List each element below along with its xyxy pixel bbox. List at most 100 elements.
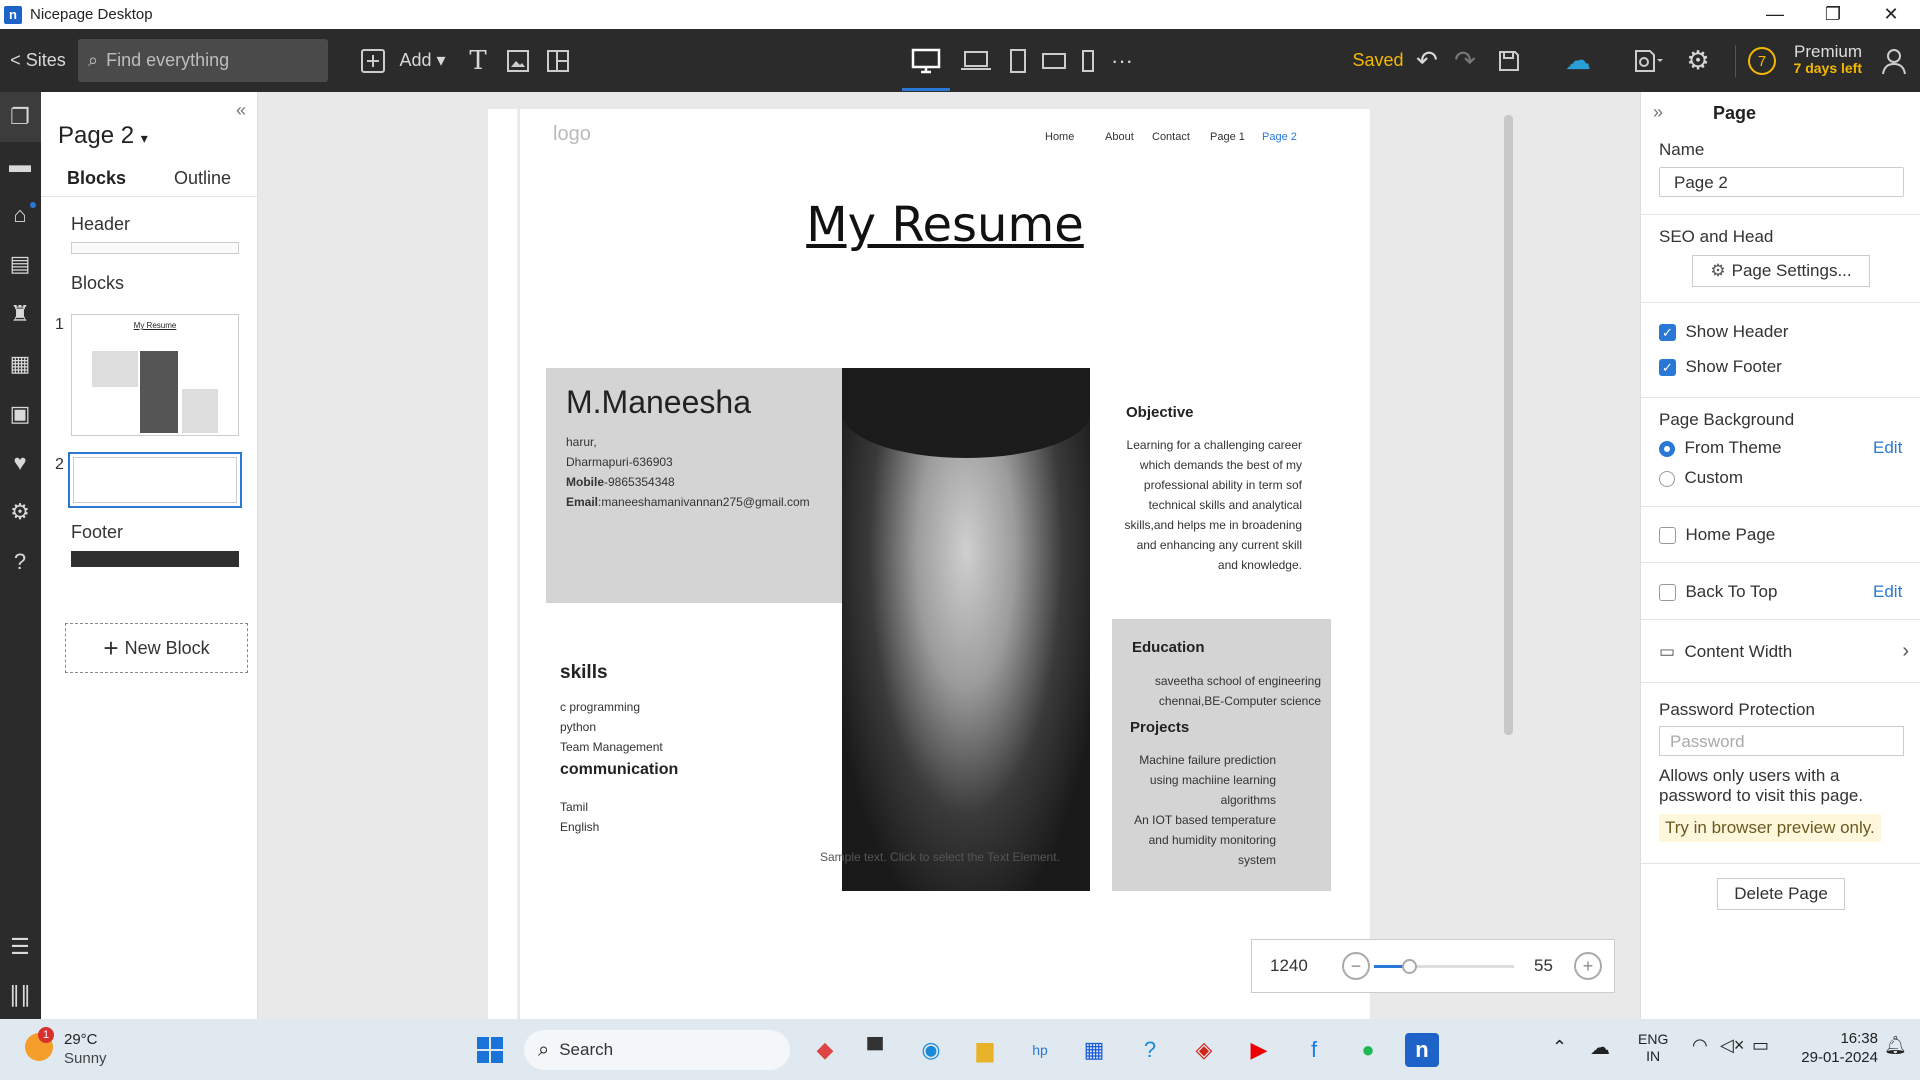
publish-cloud-icon[interactable]: ☁ — [1558, 29, 1598, 92]
show-hidden-icons-icon[interactable]: ⌃ — [1552, 1037, 1567, 1058]
zoom-slider-handle[interactable] — [1402, 959, 1417, 974]
copilot-icon[interactable]: ◆ — [808, 1033, 842, 1067]
show-header-checkbox[interactable]: ✓ Show Header — [1659, 322, 1788, 342]
clock[interactable]: 16:38 29-01-2024 — [1788, 1029, 1878, 1067]
restore-icon[interactable]: ❐ — [1804, 0, 1862, 29]
objective-text[interactable]: Learning for a challenging career which … — [1120, 435, 1302, 575]
home-page-checkbox[interactable]: Home Page — [1659, 525, 1775, 545]
file-explorer-icon[interactable]: ▆ — [968, 1033, 1002, 1067]
nav-page-1[interactable]: Page 1 — [1210, 131, 1245, 143]
objective-heading[interactable]: Objective — [1126, 404, 1194, 421]
communication-heading[interactable]: communication — [560, 761, 678, 779]
media-icon[interactable]: ▣ — [5, 399, 35, 429]
from-theme-radio[interactable]: From Theme — [1659, 438, 1781, 458]
site-settings-gear-icon[interactable]: ⚙ — [5, 497, 35, 527]
custom-radio[interactable]: Custom — [1659, 468, 1743, 488]
notifications-bell-icon[interactable]: 🔔︎ — [1884, 1035, 1907, 1056]
facebook-icon[interactable]: f — [1297, 1033, 1331, 1067]
block-2-thumbnail[interactable] — [68, 452, 242, 508]
mcafee-icon[interactable]: ◈ — [1187, 1033, 1221, 1067]
onedrive-cloud-icon[interactable]: ☁ — [1590, 1035, 1610, 1060]
favorites-heart-icon[interactable]: ♥ — [5, 448, 35, 478]
help-app-icon[interactable]: ? — [1133, 1033, 1167, 1067]
blog-icon[interactable]: ▤ — [5, 249, 35, 279]
resume-title[interactable]: My Resume — [520, 197, 1370, 253]
preview-icon[interactable] — [1626, 29, 1670, 92]
minimize-icon[interactable]: — — [1746, 0, 1804, 29]
undo-icon[interactable]: ↶ — [1410, 29, 1444, 92]
content-width-row[interactable]: ▭ Content Width › — [1659, 640, 1909, 662]
pages-icon[interactable]: ❐ — [5, 102, 35, 132]
zoom-in-icon[interactable]: + — [1574, 952, 1602, 980]
tablet-view-icon[interactable] — [1004, 29, 1032, 92]
wifi-icon[interactable]: ◠ — [1692, 1035, 1708, 1056]
nav-about[interactable]: About — [1105, 131, 1134, 143]
expand-panel-icon[interactable]: » — [1653, 102, 1663, 123]
footer-thumbnail[interactable] — [71, 551, 239, 567]
language-indicator[interactable]: ENG IN — [1638, 1031, 1668, 1065]
sites-button[interactable]: < Sites — [8, 29, 68, 92]
delete-page-button[interactable]: Delete Page — [1717, 878, 1845, 910]
tablet-landscape-icon[interactable] — [1038, 29, 1070, 92]
user-account-icon[interactable] — [1876, 29, 1912, 92]
nav-home[interactable]: Home — [1045, 131, 1074, 143]
youtube-icon[interactable]: ▶ — [1242, 1033, 1276, 1067]
weather-temp[interactable]: 29°C — [64, 1031, 98, 1048]
columns-icon[interactable]: ∥∥ — [5, 980, 35, 1010]
save-icon[interactable] — [1492, 29, 1526, 92]
show-footer-checkbox[interactable]: ✓ Show Footer — [1659, 357, 1782, 377]
collapse-panel-icon[interactable]: « — [236, 100, 246, 121]
back-to-top-checkbox[interactable]: Back To Top — [1659, 582, 1777, 602]
close-icon[interactable]: ✕ — [1862, 0, 1920, 29]
nicepage-taskbar-icon[interactable]: n — [1405, 1033, 1439, 1067]
header-thumbnail[interactable] — [71, 242, 239, 254]
education-box[interactable]: Education saveetha school of engineering… — [1112, 619, 1331, 891]
grid-icon[interactable] — [542, 29, 574, 92]
add-block-icon[interactable] — [355, 29, 391, 92]
premium-info[interactable]: Premium 7 days left — [1786, 43, 1862, 77]
page-name-input[interactable]: Page 2 — [1659, 167, 1904, 197]
redo-icon[interactable]: ↷ — [1448, 29, 1482, 92]
profile-photo[interactable] — [842, 368, 1090, 891]
volume-muted-icon[interactable]: ◁× — [1720, 1035, 1744, 1056]
image-icon[interactable] — [502, 29, 534, 92]
premium-badge[interactable]: 7 — [1748, 47, 1776, 75]
desktop-view-icon[interactable] — [908, 29, 944, 92]
spotify-icon[interactable]: ● — [1351, 1033, 1385, 1067]
layout-icon[interactable]: ▦ — [5, 349, 35, 379]
new-block-button[interactable]: + New Block — [65, 623, 248, 673]
taskbar-search[interactable]: ⌕ Search — [524, 1030, 790, 1070]
windows-start-icon[interactable] — [473, 1033, 507, 1067]
phone-view-icon[interactable] — [1076, 29, 1100, 92]
task-view-icon[interactable]: ▀ — [858, 1033, 892, 1067]
skills-heading[interactable]: skills — [560, 662, 608, 684]
page-settings-button[interactable]: ⚙ Page Settings... — [1692, 255, 1870, 287]
add-button[interactable]: Add ▾ — [395, 29, 450, 92]
search-input[interactable]: ⌕ Find everything — [78, 39, 328, 82]
edit-back-to-top-link[interactable]: Edit — [1873, 582, 1902, 602]
site-logo[interactable]: logo — [553, 123, 591, 146]
nav-contact[interactable]: Contact — [1152, 131, 1190, 143]
tab-outline[interactable]: Outline — [174, 168, 231, 189]
edge-browser-icon[interactable]: ◉ — [914, 1033, 948, 1067]
tab-blocks[interactable]: Blocks — [67, 168, 126, 189]
zoom-out-icon[interactable]: − — [1342, 952, 1370, 980]
microsoft-store-icon[interactable]: ▦ — [1077, 1033, 1111, 1067]
canvas-scrollbar[interactable] — [1504, 115, 1513, 735]
nav-page-2[interactable]: Page 2 — [1262, 131, 1297, 143]
hp-app-icon[interactable]: hp — [1023, 1033, 1057, 1067]
page-selector[interactable]: Page 2 ▾ — [58, 122, 148, 150]
zoom-slider-track[interactable] — [1374, 959, 1514, 974]
canvas-width-value[interactable]: 1240 — [1270, 956, 1308, 976]
edit-theme-link[interactable]: Edit — [1873, 438, 1902, 458]
settings-gear-icon[interactable]: ⚙ — [1680, 29, 1716, 92]
contact-box[interactable]: M.Maneesha harur, Dharmapuri-636903 Mobi… — [546, 368, 842, 603]
comments-icon[interactable]: ▬ — [5, 150, 35, 180]
battery-icon[interactable]: ▭ — [1752, 1035, 1769, 1056]
more-views-icon[interactable]: ··· — [1108, 29, 1136, 92]
brush-icon[interactable]: ♜ — [5, 299, 35, 329]
text-icon[interactable]: T — [462, 29, 494, 92]
laptop-view-icon[interactable] — [958, 29, 994, 92]
help-icon[interactable]: ? — [5, 547, 35, 577]
block-1-thumbnail[interactable]: My Resume — [71, 314, 239, 436]
